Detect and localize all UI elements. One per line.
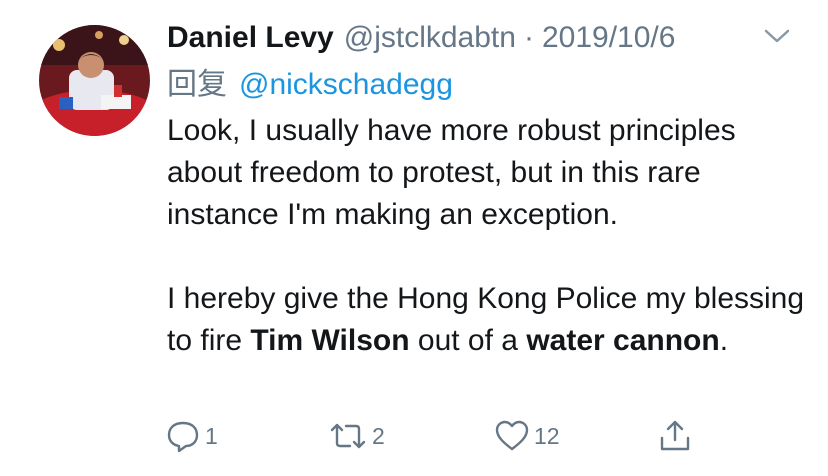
reply-count: 1 xyxy=(205,422,218,449)
reply-context: 回复 @nickschadegg xyxy=(167,65,453,105)
tweet-paragraph-2: I hereby give the Hong Kong Police my bl… xyxy=(167,278,807,362)
like-icon xyxy=(494,418,534,454)
retweet-count: 2 xyxy=(372,422,385,449)
retweet-button[interactable]: 2 xyxy=(328,414,385,458)
tweet-text: out of a xyxy=(409,324,527,357)
action-bar: 1 2 12 xyxy=(0,414,828,458)
tweet-header: Daniel Levy @jstclkdabtn · 2019/10/6 xyxy=(167,18,675,58)
tweet-text-bold: Tim Wilson xyxy=(250,324,410,357)
tweet-body: Look, I usually have more robust princip… xyxy=(167,110,807,362)
share-icon xyxy=(657,418,697,454)
reply-to-handle[interactable]: @nickschadegg xyxy=(239,65,453,105)
tweet-date[interactable]: 2019/10/6 xyxy=(542,18,675,58)
retweet-icon xyxy=(328,418,372,454)
like-count: 12 xyxy=(534,422,560,449)
share-button[interactable] xyxy=(657,414,697,458)
tweet-text-bold: water cannon xyxy=(526,324,720,357)
like-button[interactable]: 12 xyxy=(494,414,560,458)
separator: · xyxy=(523,21,534,54)
reply-button[interactable]: 1 xyxy=(165,414,218,458)
chevron-down-icon[interactable] xyxy=(763,26,791,46)
author-name[interactable]: Daniel Levy xyxy=(167,18,334,58)
reply-prefix: 回复 xyxy=(167,68,227,101)
tweet-text: . xyxy=(719,324,729,357)
tweet-paragraph-1: Look, I usually have more robust princip… xyxy=(167,114,736,231)
reply-icon xyxy=(165,418,205,454)
author-handle[interactable]: @jstclkdabtn xyxy=(344,18,516,58)
avatar[interactable] xyxy=(39,25,150,136)
tweet[interactable]: Daniel Levy @jstclkdabtn · 2019/10/6 回复 … xyxy=(0,0,828,476)
